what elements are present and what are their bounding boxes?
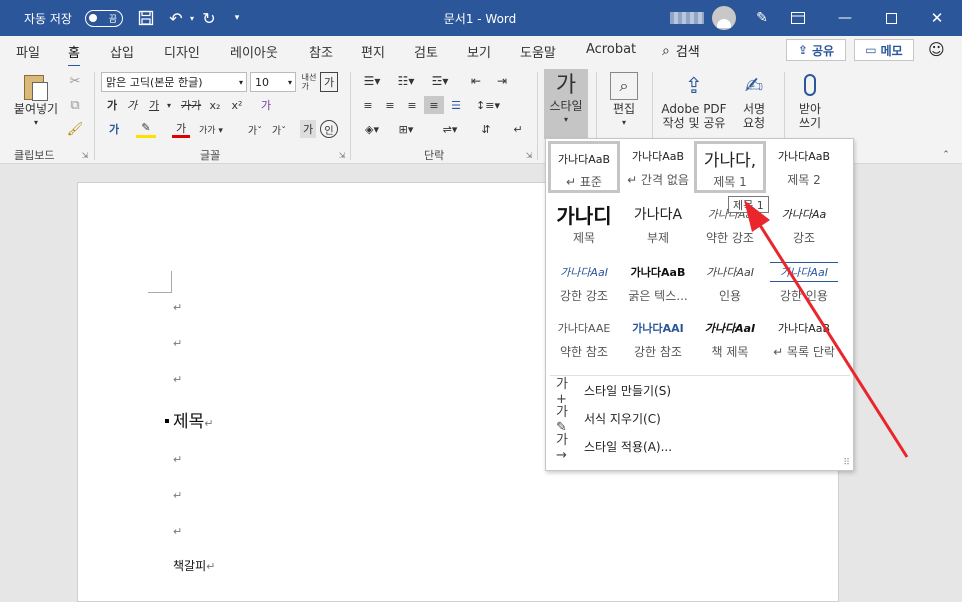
annotation-arrow bbox=[744, 200, 909, 458]
arrow-shaft bbox=[756, 221, 909, 458]
arrow-head bbox=[744, 200, 770, 232]
